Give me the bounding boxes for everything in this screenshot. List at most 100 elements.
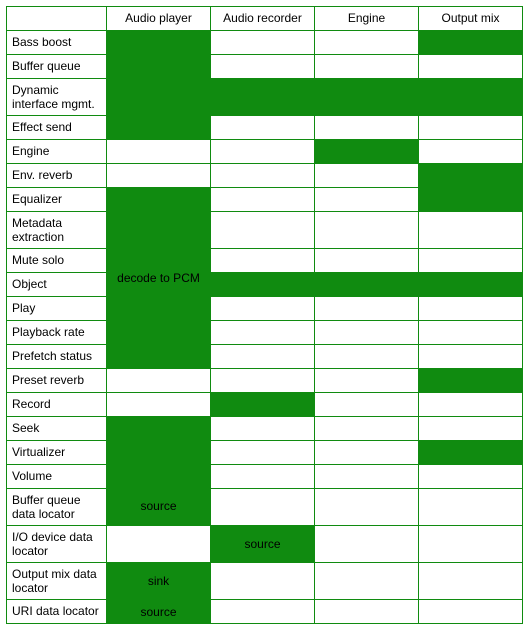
cell [107, 393, 211, 417]
table-row: Virtualizer [7, 441, 523, 465]
table-row: Mute solo [7, 249, 523, 273]
cell-supported [419, 31, 523, 55]
cell [419, 417, 523, 441]
cell [211, 345, 315, 369]
cell [315, 465, 419, 489]
cell [211, 465, 315, 489]
cell [419, 526, 523, 563]
row-label: Prefetch status [7, 345, 107, 369]
cell [107, 140, 211, 164]
cell-supported [315, 140, 419, 164]
table-row: Dynamic interface mgmt. [7, 79, 523, 116]
cell-supported [211, 273, 523, 297]
table-row: Volume [7, 465, 523, 489]
cell [211, 31, 315, 55]
cell-supported [419, 441, 523, 465]
cell [211, 116, 315, 140]
cell-supported: sink [107, 563, 211, 600]
row-label: Buffer queue data locator [7, 489, 107, 526]
cell [419, 116, 523, 140]
row-label: Mute solo [7, 249, 107, 273]
cell [419, 55, 523, 79]
table-row: I/O device data locator source [7, 526, 523, 563]
table-row: Metadata extraction [7, 212, 523, 249]
table-row: Object [7, 273, 523, 297]
cell [315, 321, 419, 345]
row-label: Engine [7, 140, 107, 164]
cell [315, 345, 419, 369]
table-row: Seek source [7, 417, 523, 441]
cell [419, 563, 523, 600]
cell [315, 188, 419, 212]
cell [315, 55, 419, 79]
header-engine: Engine [315, 7, 419, 31]
cell [315, 489, 419, 526]
cell [419, 345, 523, 369]
table-row: Play [7, 297, 523, 321]
cell-supported [419, 369, 523, 393]
table-row: URI data locator source [7, 600, 523, 624]
cell [315, 563, 419, 600]
row-label: Bass boost [7, 31, 107, 55]
cell [211, 140, 315, 164]
support-matrix-table: Audio player Audio recorder Engine Outpu… [6, 6, 523, 624]
table-row: Output mix data locator sink [7, 563, 523, 600]
cell [211, 417, 315, 441]
cell [419, 465, 523, 489]
row-label: I/O device data locator [7, 526, 107, 563]
cell [315, 212, 419, 249]
cell-supported [107, 79, 523, 116]
cell [315, 600, 419, 624]
row-label: Preset reverb [7, 369, 107, 393]
cell [211, 563, 315, 600]
cell-supported: source [107, 417, 211, 526]
table-row: Buffer queue data locator [7, 489, 523, 526]
cell [315, 441, 419, 465]
cell [315, 417, 419, 441]
table-row: Playback rate [7, 321, 523, 345]
cell [211, 164, 315, 188]
row-label: Seek [7, 417, 107, 441]
cell [211, 600, 315, 624]
cell [419, 249, 523, 273]
table-row: Engine [7, 140, 523, 164]
cell [315, 369, 419, 393]
row-label: Dynamic interface mgmt. [7, 79, 107, 116]
cell-supported [107, 31, 211, 79]
cell [211, 297, 315, 321]
cell [107, 526, 211, 563]
cell [315, 249, 419, 273]
cell [419, 212, 523, 249]
cell [419, 489, 523, 526]
row-label: Effect send [7, 116, 107, 140]
row-label: Output mix data locator [7, 563, 107, 600]
cell [315, 31, 419, 55]
cell [315, 116, 419, 140]
cell [419, 140, 523, 164]
cell [107, 369, 211, 393]
table-row: Preset reverb [7, 369, 523, 393]
cell [419, 393, 523, 417]
cell [419, 600, 523, 624]
cell [419, 321, 523, 345]
table-header-row: Audio player Audio recorder Engine Outpu… [7, 7, 523, 31]
header-audio-player: Audio player [107, 7, 211, 31]
table-row: Prefetch status [7, 345, 523, 369]
cell-supported [107, 116, 211, 140]
cell-supported [419, 164, 523, 212]
cell [211, 212, 315, 249]
cell-supported [211, 393, 315, 417]
cell-supported: source [107, 600, 211, 624]
row-label: Play [7, 297, 107, 321]
row-label: Object [7, 273, 107, 297]
header-output-mix: Output mix [419, 7, 523, 31]
row-label: Playback rate [7, 321, 107, 345]
table-row: Record [7, 393, 523, 417]
cell [211, 489, 315, 526]
cell [315, 164, 419, 188]
cell [211, 188, 315, 212]
row-label: Volume [7, 465, 107, 489]
cell-supported: decode to PCM [107, 188, 211, 369]
table-row: Buffer queue [7, 55, 523, 79]
row-label: Metadata extraction [7, 212, 107, 249]
